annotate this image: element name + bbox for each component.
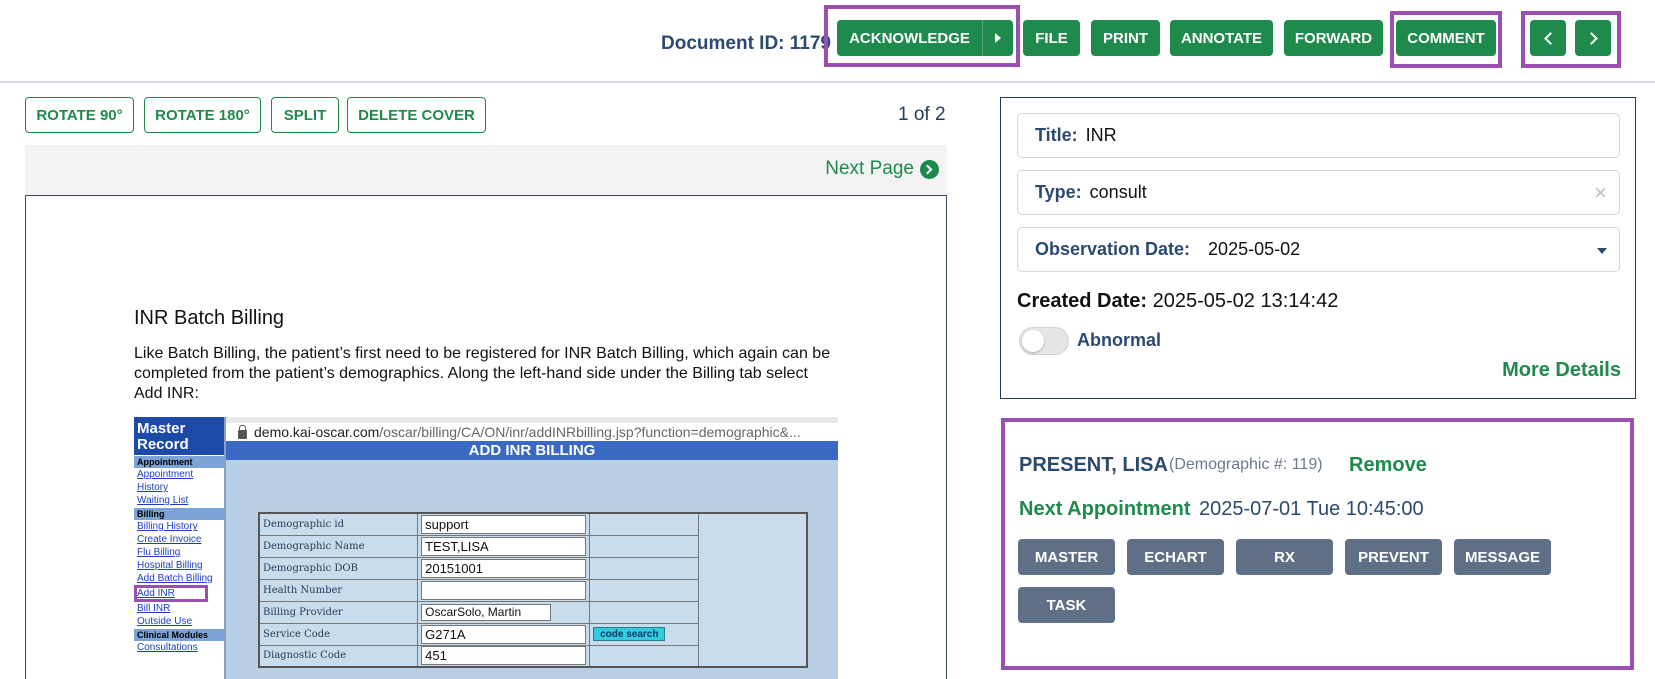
observation-date-label: Observation Date: [1035,239,1191,259]
rotate-90-button[interactable]: ROTATE 90° [25,97,134,133]
master-record-title: Master Record [134,417,224,455]
next-document-button[interactable] [1575,20,1611,56]
split-button[interactable]: SPLIT [271,97,339,133]
embedded-screenshot: Master Record Appointment Appointment Hi… [134,417,838,679]
file-button[interactable]: FILE [1023,20,1080,56]
sidebar-link: Appointment History [137,469,194,493]
billing-form: Demographic id support Demographic Name … [258,512,808,668]
prevent-button[interactable]: PREVENT [1345,539,1442,575]
chevron-down-icon[interactable] [1597,248,1607,254]
form-value: 20151001 [421,558,587,578]
url-path: /oscar/billing/CA/ON/inr/addINRbilling.j… [379,424,801,440]
remove-patient-link[interactable]: Remove [1349,454,1427,477]
delete-cover-button[interactable]: DELETE COVER [347,97,486,133]
form-value [421,580,587,600]
document-metadata-panel: Title: INR Type: consult × Observation D… [1000,97,1636,399]
sidebar-link: Bill INR [137,603,171,614]
observation-date-value: 2025-05-02 [1208,239,1301,259]
form-select: OscarSolo, Martin [421,603,552,621]
more-details-link[interactable]: More Details [1502,359,1621,382]
sidebar-link: Outside Use [137,616,193,627]
chevron-right-icon [1584,31,1598,45]
form-row: Demographic id support [258,512,808,668]
form-value: TEST,LISA [421,536,587,556]
add-inr-billing-page: demo.kai-oscar.com/oscar/billing/CA/ON/i… [226,417,838,679]
forward-button[interactable]: FORWARD [1284,20,1383,56]
sidebar-link: Waiting List [137,495,189,506]
form-value: G271A [421,624,587,644]
abnormal-label: Abnormal [1077,330,1162,350]
annotate-button[interactable]: ANNOTATE [1170,20,1273,56]
echart-button[interactable]: ECHART [1127,539,1224,575]
patient-name: PRESENT, LISA [1019,454,1168,476]
title-label: Title: [1035,125,1078,145]
title-value: INR [1085,125,1117,145]
form-label: Demographic id [258,512,419,536]
sidebar-link-add-inr: Add INR [134,585,208,602]
sidebar-link: Create Invoice [137,534,202,545]
sidebar-link: Add Batch Billing [137,573,213,584]
clear-icon[interactable]: × [1594,180,1607,206]
lock-icon [238,424,247,439]
print-button[interactable]: PRINT [1091,20,1160,56]
title-field[interactable]: Title: INR [1017,113,1620,158]
demographic-number: (Demographic #: 119) [1169,456,1323,473]
document-paragraph: Like Batch Billing, the patient’s first … [134,345,831,402]
master-record-sidebar: Master Record Appointment Appointment Hi… [134,417,226,679]
document-id: Document ID: 1179 [661,33,831,54]
sidebar-section: Billing [134,508,224,520]
next-page-label: Next Page [825,158,914,179]
form-label: Billing Provider [258,600,419,624]
sidebar-section: Appointment [134,456,224,468]
toggle-knob [1022,330,1044,352]
next-page-link[interactable]: Next Page [825,158,939,180]
form-value: support [421,514,587,534]
url-host: demo.kai-oscar.com [254,424,380,440]
comment-button[interactable]: COMMENT [1396,20,1496,56]
add-inr-billing-title: ADD INR BILLING [226,441,838,460]
task-button[interactable]: TASK [1018,587,1115,623]
next-page-bar: Next Page [25,145,947,195]
chevron-left-icon [1543,31,1557,45]
document-heading: INR Batch Billing [134,307,285,329]
master-button[interactable]: MASTER [1018,539,1115,575]
form-label: Demographic Name [258,534,419,558]
message-button[interactable]: MESSAGE [1454,539,1551,575]
form-label: Demographic DOB [258,556,419,580]
sidebar-link: Flu Billing [137,547,181,558]
created-date: Created Date: 2025-05-02 13:14:42 [1017,290,1338,313]
form-label: Service Code [258,622,419,646]
created-date-label: Created Date: [1017,290,1148,312]
next-appointment-value: 2025-07-01 Tue 10:45:00 [1199,498,1424,520]
form-label: Diagnostic Code [258,644,419,668]
acknowledge-button[interactable]: ACKNOWLEDGE [837,20,982,56]
circle-chevron-right-icon [920,159,939,179]
type-value: consult [1089,182,1147,202]
sidebar-section: Clinical Modules [134,629,224,641]
rotate-180-button[interactable]: ROTATE 180° [144,97,261,133]
sidebar-link: Billing History [137,521,198,532]
acknowledge-dropdown-button[interactable] [982,20,1013,56]
rx-button[interactable]: RX [1236,539,1333,575]
patient-panel: PRESENT, LISA (Demographic #: 119) Remov… [1001,418,1634,670]
abnormal-toggle[interactable] [1019,327,1069,355]
sidebar-link: Hospital Billing [137,560,203,571]
observation-date-field[interactable]: Observation Date: 2025-05-02 [1017,227,1620,272]
page-counter: 1 of 2 [898,104,946,125]
browser-url-bar: demo.kai-oscar.com/oscar/billing/CA/ON/i… [226,417,838,441]
form-value: 451 [421,646,587,666]
previous-document-button[interactable] [1530,20,1566,56]
next-appointment-label: Next Appointment [1019,498,1191,520]
type-label: Type: [1035,182,1082,202]
type-field[interactable]: Type: consult × [1017,170,1620,215]
document-preview: INR Batch Billing Like Batch Billing, th… [25,195,947,679]
created-date-value: 2025-05-02 13:14:42 [1152,290,1339,312]
code-search-button: code search [593,627,666,641]
sidebar-link: Consultations [137,642,198,653]
caret-right-icon [995,33,1001,43]
form-label: Health Number [258,578,419,602]
top-toolbar: Document ID: 1179 ACKNOWLEDGE FILE PRINT… [0,0,1655,83]
